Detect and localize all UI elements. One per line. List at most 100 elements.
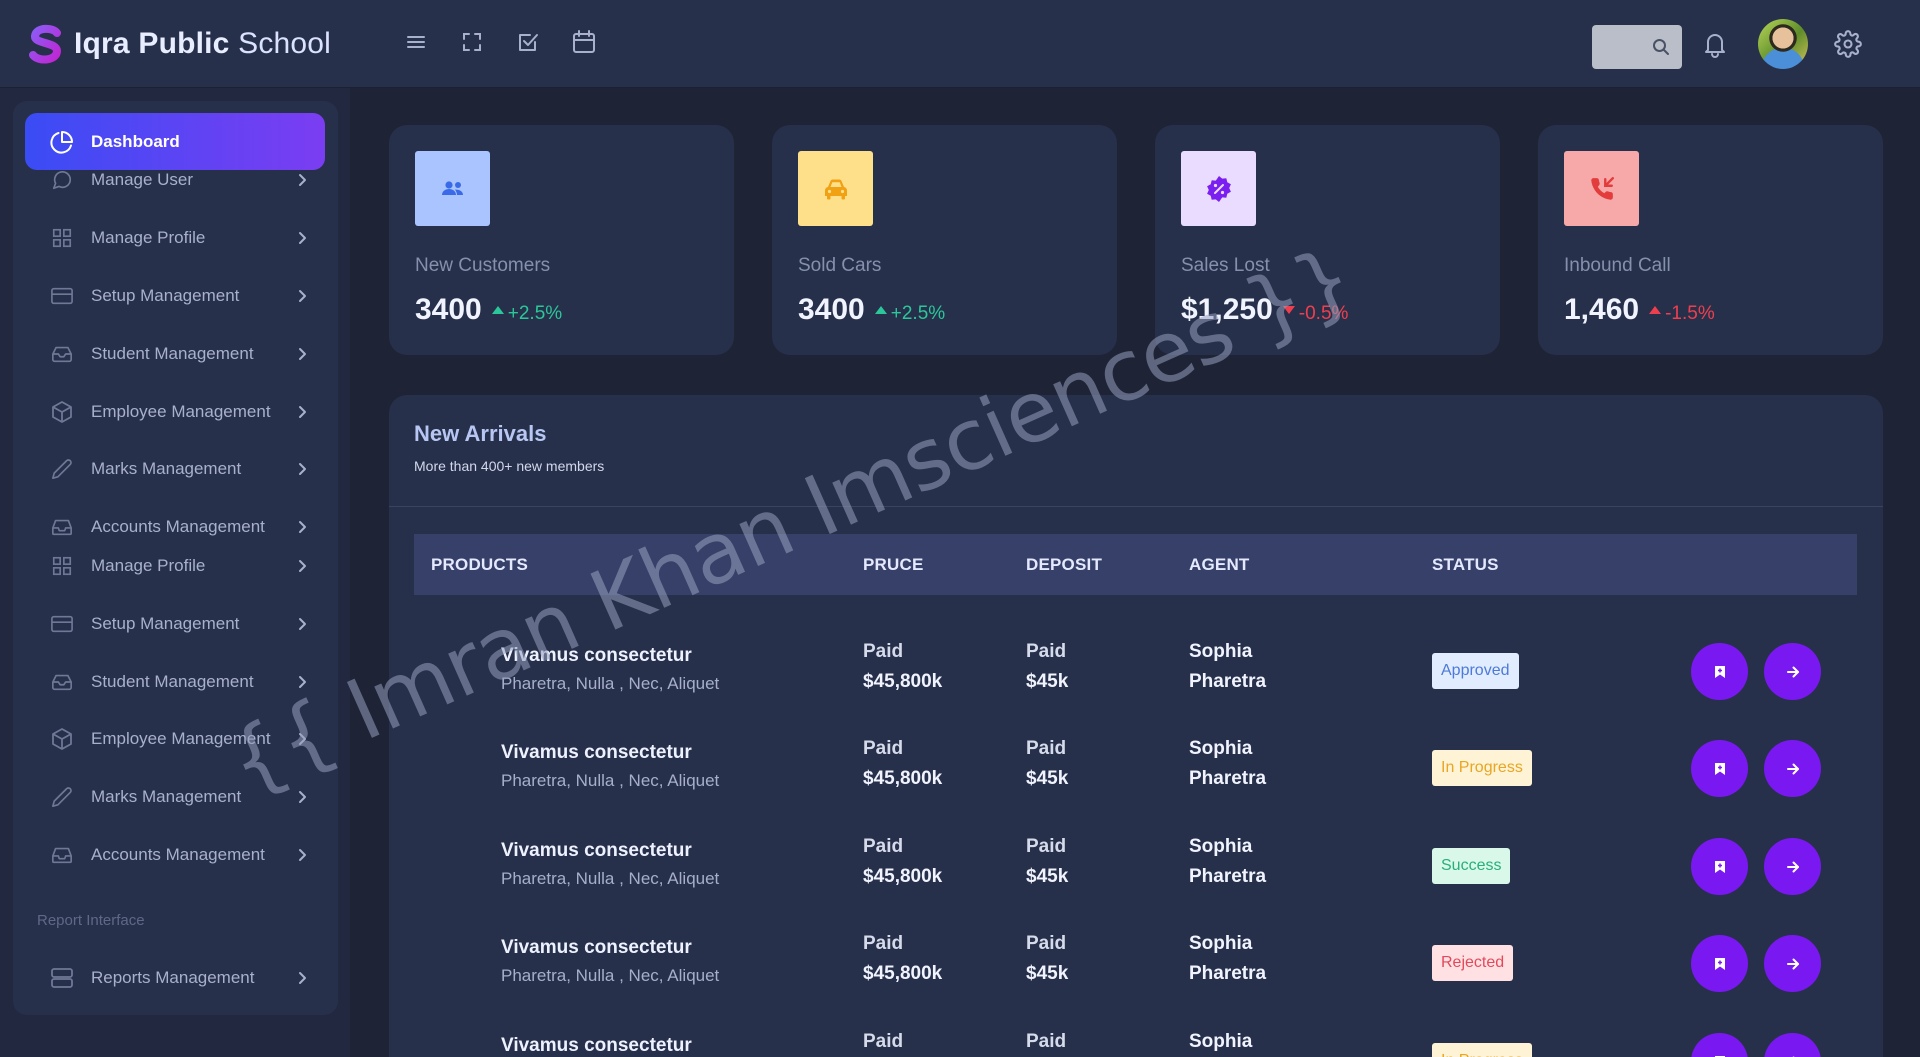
bookmark-button[interactable] bbox=[1691, 838, 1748, 895]
arrow-right-icon bbox=[1786, 861, 1799, 872]
deposit-status: Paid bbox=[1026, 933, 1067, 954]
table-row: Vivamus consecteturPharetra, Nulla , Nec… bbox=[414, 911, 1857, 1008]
sidebar-item-student-management[interactable]: Student Management bbox=[25, 664, 325, 700]
sidebar-item-accounts-management[interactable]: Accounts Management bbox=[25, 509, 325, 545]
card-value: 3400 bbox=[415, 293, 482, 326]
discount-badge-icon bbox=[1181, 151, 1256, 226]
bell-icon[interactable] bbox=[1702, 30, 1728, 58]
chevron-right-icon bbox=[299, 521, 306, 533]
arrow-right-icon bbox=[1786, 666, 1799, 677]
search-box bbox=[1592, 25, 1682, 69]
sidebar-item-label: Employee Management bbox=[91, 402, 271, 421]
top-bar: Iqra Public School bbox=[0, 0, 1920, 88]
sidebar-item-reports-management[interactable]: Reports Management bbox=[25, 960, 325, 996]
sidebar-item-manage-profile[interactable]: Manage Profile bbox=[25, 220, 325, 256]
product-cell: Vivamus consectetur Pharetra, Nulla , Nec… bbox=[501, 840, 719, 889]
column-header-status[interactable]: STATUS bbox=[1432, 555, 1499, 575]
open-row-button[interactable] bbox=[1764, 1033, 1821, 1057]
arrow-right-icon bbox=[1786, 958, 1799, 969]
open-row-button[interactable] bbox=[1764, 935, 1821, 992]
price-status: Paid bbox=[863, 836, 904, 857]
bookmark-icon bbox=[1714, 860, 1725, 873]
bookmark-button[interactable] bbox=[1691, 740, 1748, 797]
gear-icon[interactable] bbox=[1834, 30, 1862, 58]
open-row-button[interactable] bbox=[1764, 740, 1821, 797]
sidebar-item-label: Manage Profile bbox=[91, 228, 206, 247]
table-row: Vivamus consecteturPharetra, Nulla , Nec… bbox=[414, 619, 1857, 716]
calendar-icon[interactable] bbox=[570, 28, 598, 56]
product-name[interactable]: Vivamus consectetur bbox=[501, 742, 719, 764]
panel-subtitle: More than 400+ new members bbox=[414, 458, 605, 474]
price-cell: Paid $45,800k bbox=[863, 933, 942, 985]
price-value: $45,800k bbox=[863, 963, 943, 984]
price-cell: Paid$45,800k bbox=[863, 1031, 942, 1057]
column-header-price[interactable]: PRUCE bbox=[863, 555, 924, 575]
product-name[interactable]: Vivamus consectetur bbox=[501, 1035, 719, 1057]
pencil-icon bbox=[50, 785, 74, 809]
table-row: Vivamus consecteturPharetra, Nulla , Nec… bbox=[414, 1009, 1857, 1057]
open-row-button[interactable] bbox=[1764, 643, 1821, 700]
product-name[interactable]: Vivamus consectetur bbox=[501, 937, 719, 959]
fullscreen-icon[interactable] bbox=[458, 28, 486, 56]
menu-icon[interactable] bbox=[402, 28, 430, 56]
brand-name: Iqra Public School bbox=[74, 27, 331, 61]
chat-bubble-icon bbox=[50, 168, 74, 192]
server-icon bbox=[50, 966, 74, 990]
search-icon[interactable] bbox=[1652, 38, 1670, 56]
sidebar-item-label: Reports Management bbox=[91, 968, 255, 987]
inbox-icon bbox=[50, 342, 74, 366]
product-name[interactable]: Vivamus consectetur bbox=[501, 840, 719, 862]
product-name[interactable]: Vivamus consectetur bbox=[501, 645, 719, 667]
table-row: Vivamus consecteturPharetra, Nulla , Nec… bbox=[414, 716, 1857, 813]
sidebar-item-employee-management[interactable]: Employee Management bbox=[25, 394, 325, 430]
agent-first-name: Sophia bbox=[1189, 641, 1253, 662]
stat-card-new-customers: New Customers 3400 +2.5% bbox=[389, 125, 734, 355]
price-status: Paid bbox=[863, 1031, 904, 1052]
agent-last-name: Pharetra bbox=[1189, 866, 1267, 887]
sidebar-item-setup-management[interactable]: Setup Management bbox=[25, 606, 325, 642]
sidebar-item-marks-management[interactable]: Marks Management bbox=[25, 779, 325, 815]
new-arrivals-panel: New Arrivals More than 400+ new members … bbox=[389, 395, 1883, 1057]
sidebar-item-employee-management[interactable]: Employee Management bbox=[25, 721, 325, 757]
chevron-right-icon bbox=[299, 972, 306, 984]
card-change: -0.5% bbox=[1298, 303, 1349, 324]
sidebar-item-manage-user[interactable]: Manage User bbox=[25, 162, 325, 198]
agent-first-name: Sophia bbox=[1189, 738, 1253, 759]
sidebar-item-setup-management[interactable]: Setup Management bbox=[25, 278, 325, 314]
trend-up-icon bbox=[874, 306, 887, 314]
deposit-status: Paid bbox=[1026, 641, 1067, 662]
deposit-value: $45k bbox=[1026, 768, 1069, 789]
status-badge: Success bbox=[1432, 848, 1511, 884]
sidebar-item-manage-profile[interactable]: Manage Profile bbox=[25, 548, 325, 584]
price-value: $45,800k bbox=[863, 671, 943, 692]
stat-card-sold-cars: Sold Cars 3400 +2.5% bbox=[772, 125, 1117, 355]
bookmark-button[interactable] bbox=[1691, 935, 1748, 992]
price-value: $45,800k bbox=[863, 866, 943, 887]
card-value-row: 1,460 -1.5% bbox=[1564, 293, 1715, 327]
open-row-button[interactable] bbox=[1764, 838, 1821, 895]
chevron-right-icon bbox=[299, 463, 306, 475]
deposit-status: Paid bbox=[1026, 738, 1067, 759]
pie-chart-icon bbox=[50, 130, 74, 154]
agent-cell: SophiaPharetra bbox=[1189, 1031, 1266, 1057]
status-badge: Approved bbox=[1432, 653, 1519, 689]
price-status: Paid bbox=[863, 933, 904, 954]
column-header-products[interactable]: PRODUCTS bbox=[431, 555, 528, 575]
card-title: New Customers bbox=[415, 255, 551, 276]
sidebar-item-accounts-management[interactable]: Accounts Management bbox=[25, 837, 325, 873]
brand[interactable]: Iqra Public School bbox=[28, 22, 331, 66]
column-header-deposit[interactable]: DEPOSIT bbox=[1026, 555, 1102, 575]
sidebar-item-student-management[interactable]: Student Management bbox=[25, 336, 325, 372]
table-row: Vivamus consecteturPharetra, Nulla , Nec… bbox=[414, 814, 1857, 911]
chevron-right-icon bbox=[299, 733, 306, 745]
sidebar-item-marks-management[interactable]: Marks Management bbox=[25, 451, 325, 487]
agent-last-name: Pharetra bbox=[1189, 671, 1267, 692]
checkbox-icon[interactable] bbox=[514, 28, 542, 56]
bookmark-button[interactable] bbox=[1691, 1033, 1748, 1057]
tray-icon bbox=[50, 515, 74, 539]
bookmark-button[interactable] bbox=[1691, 643, 1748, 700]
card-value-row: 3400 +2.5% bbox=[798, 293, 945, 327]
avatar[interactable] bbox=[1758, 19, 1808, 69]
card-value-row: $1,250 -0.5% bbox=[1181, 293, 1348, 327]
column-header-agent[interactable]: AGENT bbox=[1189, 555, 1250, 575]
